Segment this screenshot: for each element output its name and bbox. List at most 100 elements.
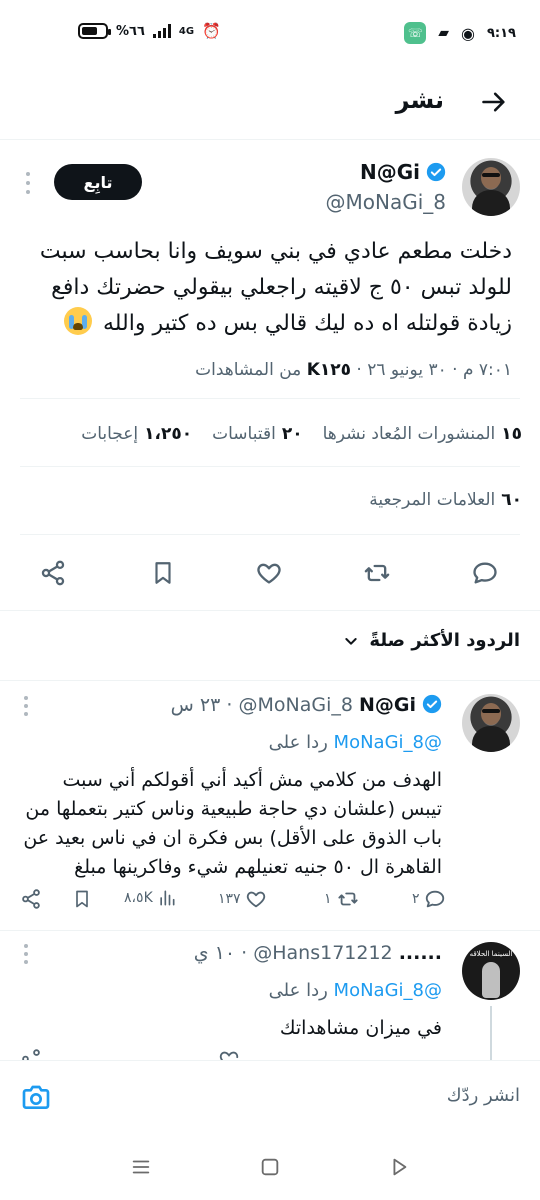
quotes-label: اقتباسات bbox=[212, 424, 276, 444]
follow-button[interactable]: تابِع bbox=[54, 164, 142, 200]
reply-author-avatar[interactable] bbox=[462, 694, 520, 752]
reply-comment-button[interactable]: ٢ bbox=[412, 888, 446, 910]
divider bbox=[0, 680, 540, 681]
reply-bookmark-button[interactable] bbox=[72, 888, 92, 910]
reply-input[interactable]: انشر ردّك bbox=[447, 1085, 520, 1106]
views-label: من المشاهدات bbox=[195, 360, 302, 380]
alarm-icon: ⏰ bbox=[202, 22, 221, 40]
tweet-action-bar bbox=[0, 550, 540, 596]
notification-icon: ▰ bbox=[438, 25, 450, 41]
reposts-count: ١٥ bbox=[501, 424, 522, 444]
bookmark-icon bbox=[76, 890, 88, 908]
author-avatar[interactable] bbox=[462, 158, 520, 216]
quotes-count: ٢٠ bbox=[281, 424, 303, 444]
like-heart-icon bbox=[246, 891, 265, 908]
reply-item[interactable]: ٢٣ س · @MoNaGi_8 N@Gi @MoNaGi_8 ردا على … bbox=[0, 694, 540, 924]
replying-to-prefix: ردا على bbox=[268, 732, 328, 753]
likes-label: إعجابات bbox=[81, 424, 139, 444]
page-title: نشر bbox=[395, 86, 444, 114]
reposts-label: المنشورات المُعاد نشرها bbox=[322, 424, 496, 444]
verified-badge-icon bbox=[422, 694, 442, 714]
tweet-text-content: دخلت مطعم عادي في بني سويف وانا بحاسب سب… bbox=[39, 239, 512, 336]
likes-count: ١،٢٥٠ bbox=[144, 424, 193, 444]
reply-like-button[interactable]: ١٣٧ bbox=[218, 888, 267, 910]
signal-icon bbox=[152, 24, 171, 38]
back-triangle-icon[interactable] bbox=[386, 1154, 412, 1180]
reply-action-bar: ٨،٥K ١٣٧ ١ ٢ bbox=[20, 888, 450, 916]
thread-line bbox=[490, 1006, 492, 1060]
like-heart-icon[interactable] bbox=[218, 1048, 240, 1060]
more-options-icon[interactable] bbox=[26, 172, 32, 194]
replies-sort-selector[interactable]: الردود الأكثر صلةً bbox=[343, 630, 520, 651]
divider bbox=[0, 610, 540, 611]
tweet-date: ٣٠ يونيو ٢٦ bbox=[367, 360, 447, 380]
divider bbox=[20, 398, 520, 399]
more-options-icon[interactable] bbox=[24, 696, 30, 716]
bookmark-icon[interactable] bbox=[148, 558, 178, 588]
quotes-stat[interactable]: ٢٠اقتباسات bbox=[212, 424, 302, 444]
share-icon bbox=[22, 889, 40, 909]
reply-age: ٢٣ س bbox=[170, 694, 221, 716]
reply-bubble-icon bbox=[425, 890, 444, 908]
recents-menu-icon[interactable] bbox=[128, 1154, 154, 1180]
reply-action-bar bbox=[20, 1048, 450, 1060]
divider bbox=[20, 534, 520, 535]
reply-item[interactable]: السينما الحلاقه ١٠ ي · @Hans171212 .....… bbox=[0, 942, 540, 1060]
battery-icon bbox=[78, 23, 111, 39]
reply-compose-bar[interactable]: انشر ردّك bbox=[0, 1060, 540, 1132]
status-time: ٩:١٩ bbox=[486, 25, 516, 41]
tweet-time: ٧:٠١ م bbox=[462, 360, 512, 380]
back-arrow-icon[interactable] bbox=[474, 82, 514, 122]
replying-to-handle[interactable]: @MoNaGi_8 bbox=[334, 980, 442, 1001]
reposts-stat[interactable]: ١٥المنشورات المُعاد نشرها bbox=[323, 424, 522, 444]
repost-icon[interactable] bbox=[362, 558, 392, 588]
reply-text: الهدف من كلامي مش أكيد أني أقولكم أني سب… bbox=[23, 769, 442, 878]
bookmarks-stat[interactable]: ٦٠العلامات المرجعية bbox=[369, 490, 522, 510]
crying-emoji-icon bbox=[63, 307, 92, 335]
avatar-text: السينما الحلاقه bbox=[469, 950, 513, 958]
reply-share-button[interactable] bbox=[20, 888, 42, 910]
reply-views-count: ٨،٥K bbox=[124, 890, 153, 906]
reply-author-name[interactable]: ...... bbox=[399, 942, 442, 964]
reply-views-button[interactable]: ٨،٥K bbox=[124, 888, 177, 908]
reply-age: ١٠ ي bbox=[193, 942, 236, 964]
reply-author-handle[interactable]: @MoNaGi_8 bbox=[238, 694, 352, 716]
verified-badge-icon bbox=[426, 162, 446, 182]
replying-to-prefix: ردا على bbox=[268, 980, 328, 1001]
analytics-bars-icon bbox=[160, 890, 175, 906]
reply-reposts-count: ١ bbox=[324, 891, 332, 907]
reply-header: ٢٣ س · @MoNaGi_8 N@Gi bbox=[171, 694, 442, 716]
share-icon[interactable] bbox=[20, 1048, 42, 1060]
replying-to-handle[interactable]: @MoNaGi_8 bbox=[334, 732, 442, 753]
reply-header: ١٠ ي · @Hans171212 ...... bbox=[193, 942, 442, 964]
network-label: 4G bbox=[178, 25, 195, 37]
top-bar: نشر bbox=[0, 68, 540, 140]
repost-icon bbox=[337, 892, 358, 906]
phone-app-icon: ☏ bbox=[404, 22, 427, 44]
chevron-down-icon bbox=[345, 637, 358, 645]
author-handle[interactable]: @MoNaGi_8 bbox=[326, 190, 447, 214]
more-options-icon[interactable] bbox=[24, 944, 30, 964]
whatsapp-icon: ◉ bbox=[461, 23, 475, 43]
divider bbox=[0, 930, 540, 931]
tweet-text: دخلت مطعم عادي في بني سويف وانا بحاسب سب… bbox=[12, 234, 512, 342]
reply-bubble-icon[interactable] bbox=[470, 558, 500, 588]
reply-author-avatar[interactable]: السينما الحلاقه bbox=[462, 942, 520, 1000]
reply-author-handle[interactable]: @Hans171212 bbox=[253, 942, 392, 964]
status-right: ☏ ▰ ◉ ٩:١٩ bbox=[404, 22, 516, 44]
reply-text: في ميزان مشاهداتك bbox=[279, 1017, 442, 1039]
share-icon[interactable] bbox=[38, 558, 68, 588]
system-nav-bar bbox=[0, 1134, 540, 1200]
author-name: N@Gi bbox=[359, 160, 420, 184]
author-name-row[interactable]: N@Gi bbox=[360, 160, 446, 184]
replying-to: @MoNaGi_8 ردا على bbox=[269, 980, 442, 1001]
home-square-icon[interactable] bbox=[257, 1154, 283, 1180]
views-count: K١٢٥ bbox=[306, 360, 351, 380]
reply-author-name[interactable]: N@Gi bbox=[359, 694, 416, 716]
reply-likes-count: ١٣٧ bbox=[218, 891, 241, 907]
reply-repost-button[interactable]: ١ bbox=[324, 888, 360, 910]
bookmarks-label: العلامات المرجعية bbox=[369, 490, 496, 510]
like-heart-icon[interactable] bbox=[254, 558, 284, 588]
likes-stat[interactable]: ١،٢٥٠إعجابات bbox=[81, 424, 192, 444]
camera-icon[interactable] bbox=[20, 1081, 52, 1113]
